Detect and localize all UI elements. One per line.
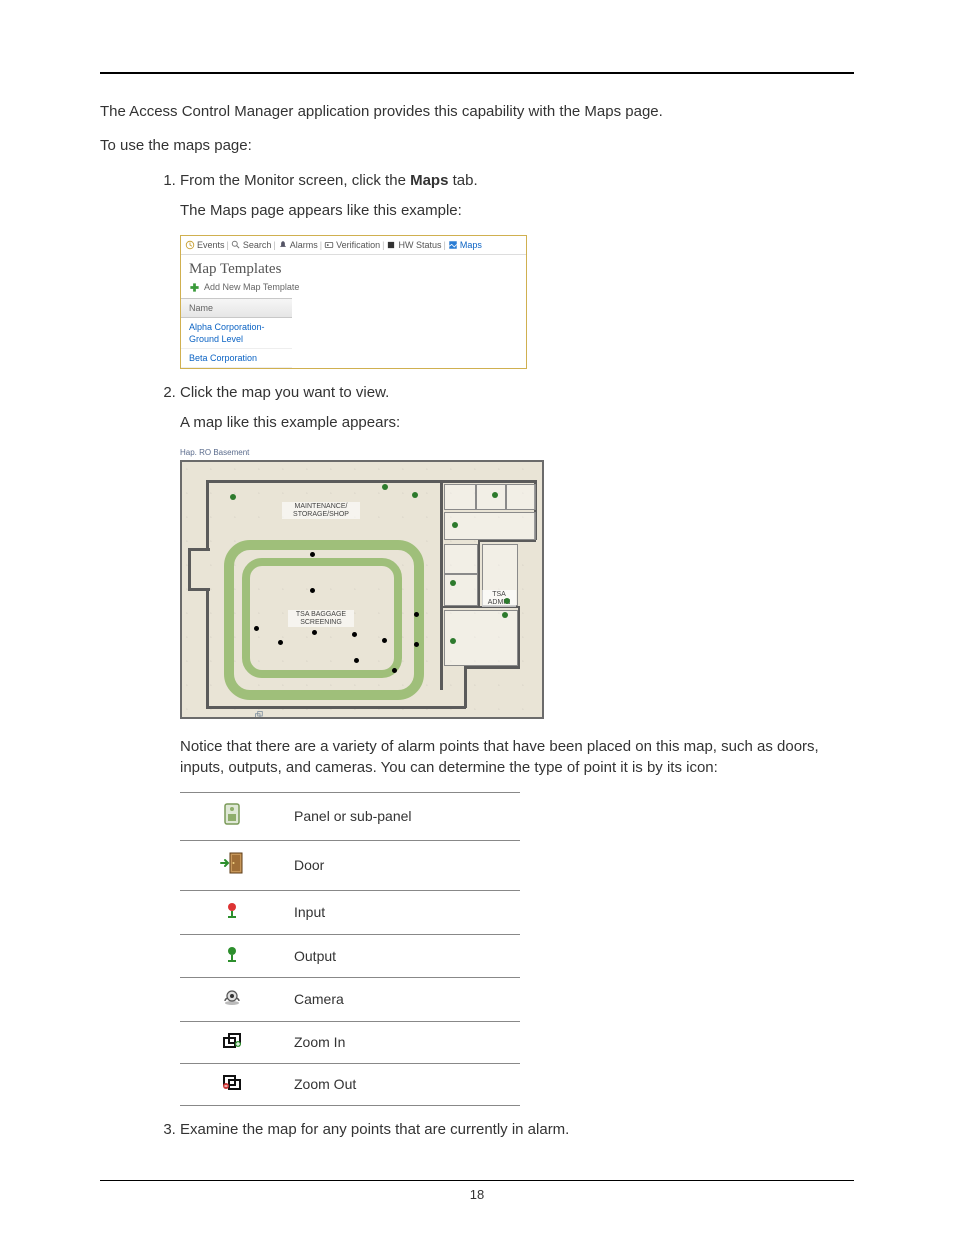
tab-alarms-label: Alarms — [290, 239, 318, 251]
tab-maps[interactable]: Maps — [448, 239, 482, 251]
page-footer: 18 — [100, 1180, 854, 1202]
step-2-text: Click the map you want to view. — [180, 384, 389, 401]
tab-verification[interactable]: Verification — [324, 239, 380, 251]
camera-icon — [222, 988, 242, 1011]
bell-icon — [278, 240, 288, 250]
zoom-out-icon — [222, 1074, 242, 1095]
input-icon — [223, 901, 241, 924]
clock-icon — [185, 240, 195, 250]
table-row: Camera — [180, 978, 520, 1022]
intro-paragraph-1: The Access Control Manager application p… — [100, 102, 854, 122]
tab-events[interactable]: Events — [185, 239, 225, 251]
step-2-sub: A map like this example appears: — [180, 413, 854, 433]
step-1-text-c: tab. — [448, 172, 477, 189]
table-row: Output — [180, 934, 520, 978]
zoom-icon — [254, 710, 266, 719]
step-1-text-a: From the Monitor screen, click the — [180, 172, 410, 189]
step-1-bold: Maps — [410, 172, 448, 189]
step-3-text: Examine the map for any points that are … — [180, 1121, 569, 1138]
door-icon — [219, 851, 245, 880]
separator: | — [320, 239, 322, 251]
table-row: Input — [180, 890, 520, 934]
map-row-beta[interactable]: Beta Corporation — [181, 349, 292, 368]
map-row-alpha[interactable]: Alpha Corporation-Ground Level — [181, 318, 292, 349]
camera-label: Camera — [284, 978, 520, 1022]
zoom-in-icon — [222, 1032, 242, 1053]
table-row: Panel or sub-panel — [180, 792, 520, 840]
zoom-in-label: Zoom In — [284, 1022, 520, 1064]
maps-page-screenshot: Events | Search | Alarms | Ve — [180, 235, 527, 369]
label-maintenance: MAINTENANCE/ STORAGE/SHOP — [282, 502, 360, 519]
map-templates-heading: Map Templates — [189, 259, 518, 279]
separator: | — [273, 239, 275, 251]
input-label: Input — [284, 890, 520, 934]
add-template-link[interactable]: Add New Map Template — [189, 281, 518, 293]
tab-maps-label: Maps — [460, 239, 482, 251]
top-rule — [100, 72, 854, 74]
output-label: Output — [284, 934, 520, 978]
panel-label: Panel or sub-panel — [284, 792, 520, 840]
tab-hwstatus-label: HW Status — [398, 239, 441, 251]
output-icon — [223, 945, 241, 968]
label-screening: TSA BAGGAGE SCREENING — [288, 610, 354, 627]
step-1: From the Monitor screen, click the Maps … — [180, 171, 854, 370]
floor-plan: MAINTENANCE/ STORAGE/SHOP TSA BAGGAGE SC… — [180, 460, 544, 719]
map-view-screenshot: Hap. RO Basement — [180, 448, 540, 720]
step-2: Click the map you want to view. A map li… — [180, 383, 854, 1106]
monitor-tabs: Events | Search | Alarms | Ve — [181, 236, 526, 255]
zoom-out-label: Zoom Out — [284, 1064, 520, 1106]
table-row: Zoom Out — [180, 1064, 520, 1106]
tab-search-label: Search — [243, 239, 272, 251]
door-label: Door — [284, 840, 520, 890]
step-2-notice: Notice that there are a variety of alarm… — [180, 737, 854, 778]
search-icon — [231, 240, 241, 250]
column-header-name[interactable]: Name — [181, 298, 292, 318]
label-admin: TSA ADMIN — [482, 590, 516, 607]
map-breadcrumb: Hap. RO Basement — [180, 448, 540, 459]
tab-verification-label: Verification — [336, 239, 380, 251]
page-number: 18 — [470, 1187, 484, 1202]
separator: | — [443, 239, 445, 251]
tab-alarms[interactable]: Alarms — [278, 239, 318, 251]
panel-icon — [223, 803, 241, 830]
hardware-icon — [386, 240, 396, 250]
separator: | — [382, 239, 384, 251]
step-1-sub: The Maps page appears like this example: — [180, 201, 854, 221]
tab-search[interactable]: Search — [231, 239, 272, 251]
icon-legend-table: Panel or sub-panel Door — [180, 792, 520, 1106]
intro-paragraph-2: To use the maps page: — [100, 136, 854, 156]
plus-icon — [189, 282, 200, 293]
tab-hwstatus[interactable]: HW Status — [386, 239, 441, 251]
step-3: Examine the map for any points that are … — [180, 1120, 854, 1140]
table-row: Door — [180, 840, 520, 890]
add-template-label: Add New Map Template — [204, 281, 299, 293]
maps-icon — [448, 240, 458, 250]
table-row: Zoom In — [180, 1022, 520, 1064]
id-icon — [324, 240, 334, 250]
tab-events-label: Events — [197, 239, 225, 251]
separator: | — [227, 239, 229, 251]
